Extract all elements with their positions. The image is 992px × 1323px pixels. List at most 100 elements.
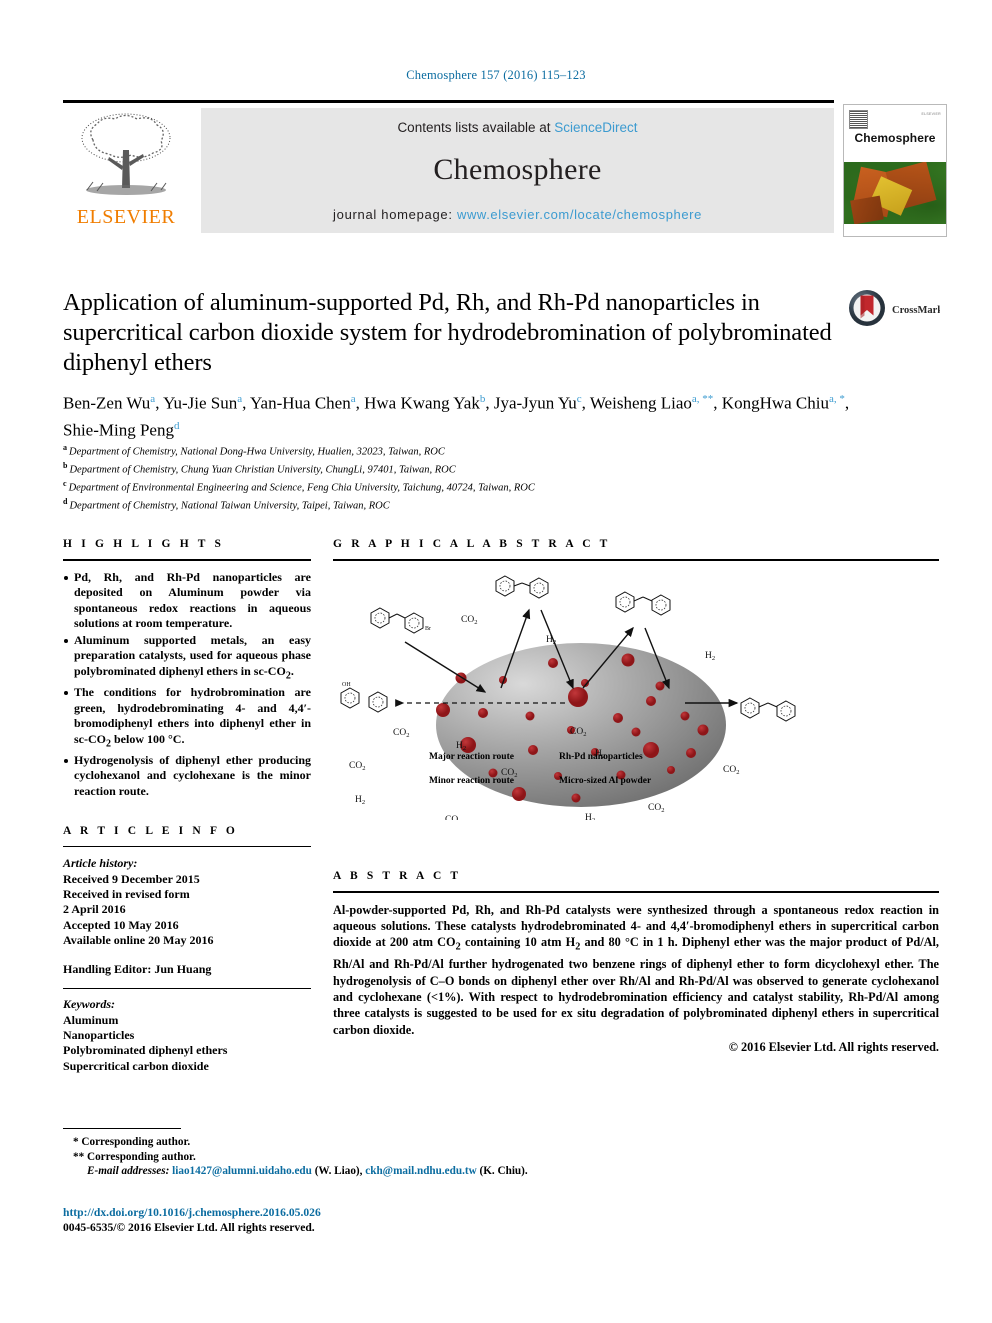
- article-history-line: Available online 20 May 2016: [63, 933, 214, 948]
- cover-artwork: [844, 162, 946, 224]
- cover-mini-wordmark: ELSEVIER: [921, 112, 941, 116]
- cover-top-band: ELSEVIER Chemosphere: [844, 105, 946, 162]
- abstract-text: Al-powder-supported Pd, Rh, and Rh-Pd ca…: [333, 902, 939, 1037]
- legend-label-support: Micro-sized Al powder: [559, 775, 652, 786]
- author-list: Ben-Zen Wua, Yu-Jie Suna, Yan-Hua Chena,…: [63, 393, 850, 440]
- legend-label-minor: Minor reaction route: [429, 775, 514, 786]
- affiliation-item: d Department of Chemistry, National Taiwa…: [63, 497, 390, 512]
- article-history-label: Article history:: [63, 856, 138, 871]
- product-diphenyl-ether-right-molecule: [740, 697, 796, 721]
- affiliation-mark: c: [63, 479, 67, 489]
- author-affiliation-mark: b: [479, 393, 486, 405]
- article-history-line: Received 9 December 2015: [63, 871, 200, 886]
- crossmark-badge[interactable]: CrossMark: [848, 288, 940, 332]
- affiliation-mark: d: [63, 497, 68, 507]
- product-cyclohexane-left-molecule: [368, 691, 388, 712]
- article-info-rule: [63, 845, 311, 848]
- author-name: Ben-Zen Wu: [63, 393, 151, 413]
- article-first-page: Chemosphere 157 (2016) 115–123 ELSEVIER …: [0, 0, 992, 1323]
- author-affiliation-mark: c: [576, 393, 582, 405]
- highlight-item: The conditions for hydrobromination are …: [63, 685, 311, 752]
- email-link-1[interactable]: liao1427@alumni.uidaho.edu: [172, 1165, 312, 1177]
- cover-leaf-shape: [850, 195, 884, 224]
- legend-label-major: Major reaction route: [429, 751, 514, 762]
- article-info-heading: A R T I C L E I N F O: [63, 824, 238, 837]
- svg-text:CO2: CO2: [461, 615, 477, 626]
- author-name: Shie-Ming Peng: [63, 420, 174, 440]
- svg-text:CO2: CO2: [723, 765, 739, 776]
- keyword-item: Nanoparticles: [63, 1027, 135, 1042]
- article-history-lines: Received 9 December 2015 Received in revi…: [63, 872, 311, 949]
- crossmark-label: CrossMark: [892, 305, 940, 316]
- handling-editor: Handling Editor: Jun Huang: [63, 961, 212, 976]
- author-name: Yu-Jie Sun: [163, 393, 238, 413]
- author-name: Hwa Kwang Yak: [364, 393, 480, 413]
- contents-available-line: Contents lists available at ScienceDirec…: [201, 108, 834, 135]
- keyword-item: Polybrominated diphenyl ethers: [63, 1043, 228, 1058]
- cover-elsevier-mini-icon: [849, 110, 868, 129]
- product-diphenyl-ether-top-molecule: [615, 591, 671, 615]
- abstract-heading: A B S T R A C T: [333, 870, 462, 882]
- affiliation-list: a Department of Chemistry, National Dong-…: [63, 441, 853, 513]
- doi-link[interactable]: http://dx.doi.org/10.1016/j.chemosphere.…: [63, 1205, 533, 1220]
- highlights-list: Pd, Rh, and Rh-Pd nanoparticles are depo…: [63, 570, 311, 800]
- author-name: Weisheng Liao: [589, 393, 692, 413]
- highlight-item: Pd, Rh, and Rh-Pd nanoparticles are depo…: [63, 570, 311, 632]
- right-column: G R A P H I C A L A B S T R A C T Br OH …: [333, 538, 939, 820]
- affiliation-item: c Department of Environmental Engineering…: [63, 479, 535, 494]
- email-owner-2: (K. Chiu).: [479, 1165, 528, 1178]
- svg-text:Br: Br: [425, 626, 431, 632]
- article-info-section: A R T I C L E I N F O Article history: R…: [63, 825, 311, 1075]
- email-addresses: E-mail addresses: liao1427@alumni.uidaho…: [87, 1164, 533, 1179]
- email-link-2[interactable]: ckh@mail.ndhu.edu.tw: [365, 1165, 476, 1177]
- keyword-item: Supercritical carbon dioxide: [63, 1058, 209, 1073]
- email-label: E-mail addresses:: [87, 1165, 170, 1178]
- author-affiliation-mark: a: [350, 393, 356, 405]
- keywords-lines: Aluminum Nanoparticles Polybrominated diph…: [63, 1013, 311, 1075]
- article-history-line: 2 April 2016: [63, 902, 126, 917]
- author-affiliation-mark: d: [173, 419, 180, 432]
- svg-text:OH: OH: [342, 682, 351, 688]
- reactant-pbde-molecule: Br: [370, 607, 431, 633]
- affiliation-mark: a: [63, 443, 67, 452]
- sciencedirect-link[interactable]: ScienceDirect: [554, 120, 637, 135]
- article-history-line: Received in revised form: [63, 886, 190, 901]
- author-name: Jya-Jyun Yu: [493, 393, 577, 413]
- affiliation-item: b Department of Chemistry, Chung Yuan Chr…: [63, 461, 456, 476]
- sciencedirect-panel: Contents lists available at ScienceDirec…: [201, 108, 834, 233]
- abstract-rule: [333, 891, 939, 893]
- elsevier-logo: ELSEVIER: [63, 108, 189, 233]
- article-history: Article history: Received 9 December 201…: [63, 856, 311, 977]
- svg-text:H2: H2: [355, 795, 365, 806]
- highlight-item: Aluminum supported metals, an easy prepa…: [63, 633, 311, 684]
- graphical-abstract-rule: [333, 559, 939, 561]
- author-name: KongHwa Chiu: [721, 393, 829, 413]
- journal-cover-thumbnail: ELSEVIER Chemosphere: [843, 104, 947, 237]
- highlights-heading: H I G H L I G H T S: [63, 538, 225, 550]
- legend-label-nanoparticles: Rh-Pd nanoparticles: [559, 751, 643, 762]
- homepage-prefix: journal homepage:: [333, 207, 457, 222]
- footnote-rule: [63, 1128, 181, 1130]
- product-cyclohexane-molecule: [495, 575, 549, 598]
- journal-masthead: ELSEVIER Contents lists available at Sci…: [63, 100, 947, 237]
- abstract-section: A B S T R A C T Al-powder-supported Pd, …: [333, 870, 939, 1055]
- author-name: Yan-Hua Chen: [249, 393, 351, 413]
- elsevier-tree-icon: [81, 113, 171, 195]
- page-title: Application of aluminum-supported Pd, Rh…: [63, 289, 832, 376]
- email-owner-1: (W. Liao),: [314, 1165, 363, 1178]
- affiliation-item: a Department of Chemistry, National Dong-…: [63, 443, 445, 458]
- svg-text:CO2: CO2: [393, 728, 409, 739]
- author-affiliation-mark: a, *: [829, 393, 845, 405]
- svg-text:CO2: CO2: [445, 815, 461, 820]
- author-affiliation-mark: a, **: [691, 393, 714, 405]
- left-column: H I G H L I G H T S Pd, Rh, and Rh-Pd na…: [63, 538, 311, 1074]
- highlight-item: Hydrogenolysis of diphenyl ether produci…: [63, 753, 311, 800]
- running-head: Chemosphere 157 (2016) 115–123: [406, 68, 586, 82]
- cover-journal-title: Chemosphere: [854, 131, 936, 145]
- svg-text:CO2: CO2: [349, 761, 365, 772]
- homepage-url[interactable]: www.elsevier.com/locate/chemosphere: [457, 207, 702, 222]
- footnotes: * Corresponding author. ** Corresponding…: [63, 1128, 533, 1179]
- svg-text:H2: H2: [585, 813, 595, 820]
- affiliation-mark: b: [63, 461, 68, 471]
